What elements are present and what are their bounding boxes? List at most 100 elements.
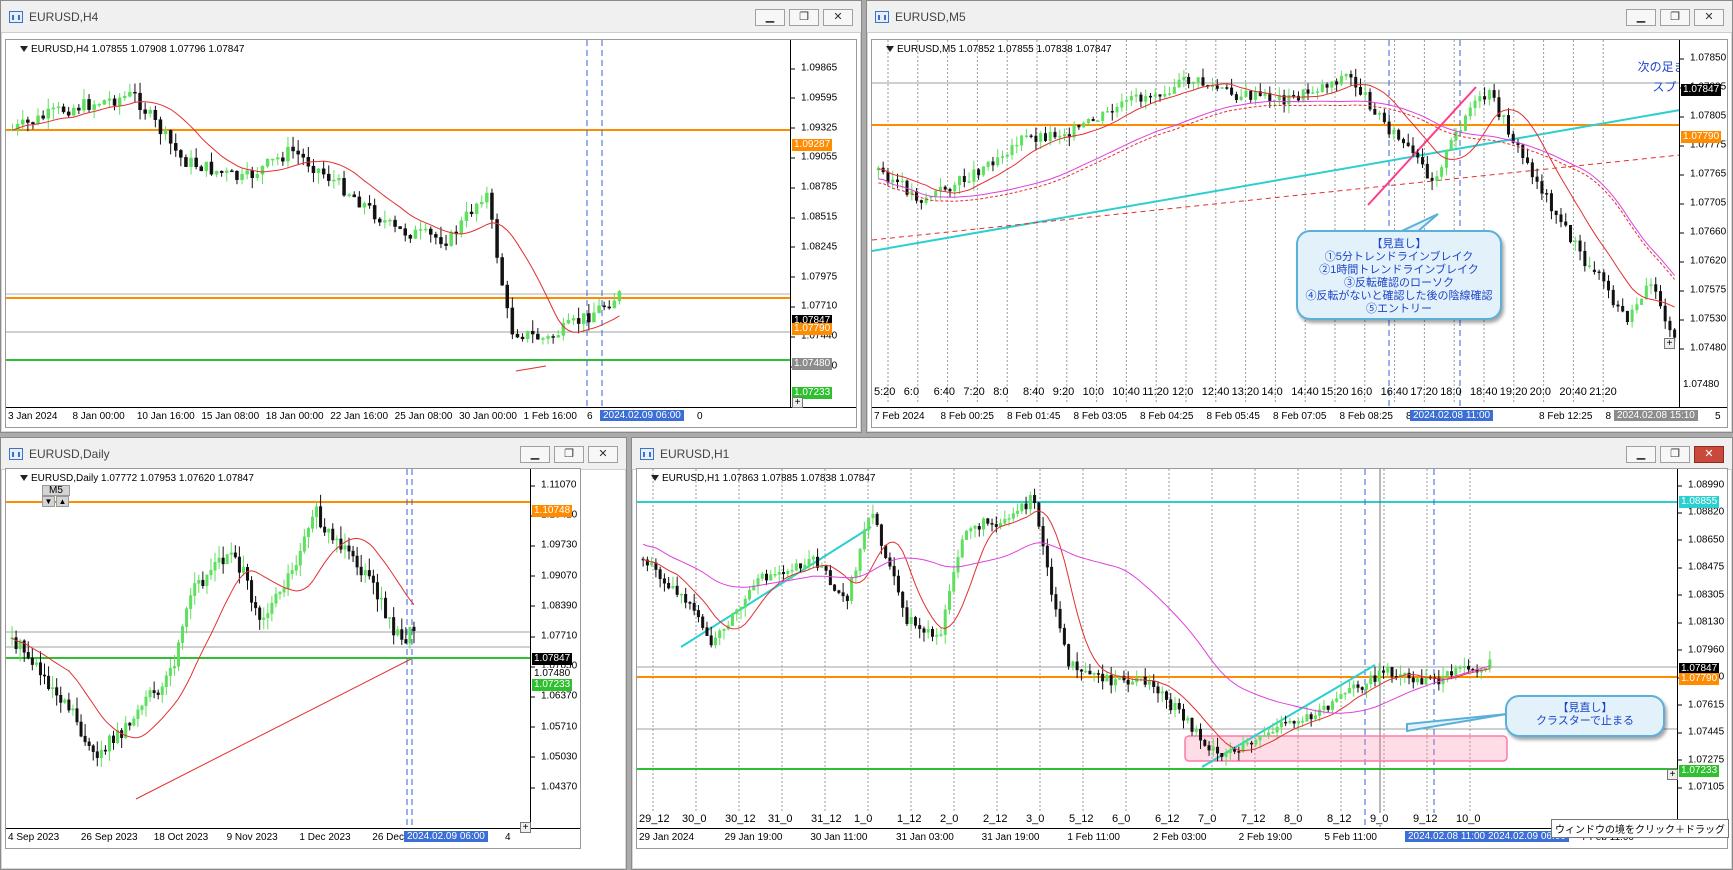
- minimize-icon[interactable]: ▁: [1626, 9, 1656, 26]
- maximize-icon[interactable]: ❐: [1660, 9, 1690, 26]
- bullish-candle: [459, 220, 464, 235]
- bearish-candle: [83, 735, 87, 743]
- bearish-candle: [1158, 94, 1162, 97]
- bullish-candle: [298, 550, 302, 566]
- bullish-candle: [1130, 681, 1134, 685]
- plus-icon[interactable]: +: [1667, 769, 1678, 780]
- bearish-candle: [1663, 305, 1667, 322]
- arrow-up-icon[interactable]: ▲: [56, 496, 69, 507]
- time-axis[interactable]: 7 Feb 2024 8 Feb 00:25 8 Feb 01:45 8 Feb 03…: [872, 407, 1727, 427]
- price-axis[interactable]: 1.09865 1.09595 1.09325 1.09055 1.08785 1.085…: [790, 40, 856, 407]
- bearish-candle: [75, 708, 79, 723]
- bullish-candle: [310, 516, 314, 529]
- bullish-candle: [1186, 717, 1190, 721]
- window-eurusd-m5[interactable]: EURUSD,M5 ▁ ❐ ✕ EURUSD,M5 1.07852 1.0785…: [866, 0, 1733, 433]
- price-tick: 1.06370: [530, 690, 578, 702]
- price-axis[interactable]: 1.08990 1.08820 1.08650 1.08475 1.08305 1.081…: [1677, 469, 1727, 828]
- price-axis[interactable]: 1.078501.078351.078051.077751.077651.077…: [1679, 40, 1727, 407]
- maximize-icon[interactable]: ❐: [554, 446, 584, 463]
- close-icon[interactable]: ✕: [1694, 446, 1724, 463]
- time-tick: 22 Jan 16:00: [330, 411, 389, 422]
- bearish-candle: [168, 130, 173, 144]
- bullish-candle: [51, 107, 56, 110]
- bearish-candle: [1220, 753, 1224, 757]
- time-tick: 15 Jan 08:00: [201, 411, 260, 422]
- chart-canvas[interactable]: [6, 469, 584, 850]
- bearish-candle: [1416, 152, 1420, 158]
- bullish-candle: [241, 567, 245, 573]
- bullish-candle: [1635, 304, 1639, 311]
- bullish-candle: [102, 100, 107, 105]
- chart-canvas[interactable]: [6, 40, 859, 430]
- bearish-candle: [1545, 193, 1549, 195]
- bearish-candle: [392, 617, 396, 636]
- title-bar[interactable]: EURUSD,H1 ▁ ❐ ✕: [632, 438, 1732, 470]
- bullish-candle: [1364, 683, 1368, 690]
- bearish-candle: [977, 169, 981, 176]
- bullish-candle: [1279, 721, 1283, 728]
- bearish-candle: [765, 573, 769, 581]
- bearish-candle: [1203, 739, 1207, 746]
- maximize-icon[interactable]: ❐: [789, 9, 819, 26]
- bearish-candle: [357, 196, 362, 208]
- chart-area[interactable]: EURUSD,M5 1.07852 1.07855 1.07838 1.0784…: [871, 39, 1728, 428]
- bearish-candle: [1559, 214, 1563, 223]
- minimize-icon[interactable]: ▁: [755, 9, 785, 26]
- timeframe-switcher[interactable]: M5 ▼ ▲: [42, 485, 70, 507]
- bearish-candle: [1250, 742, 1254, 745]
- chart-area[interactable]: EURUSD,Daily 1.07772 1.07953 1.07620 1.0…: [5, 468, 581, 849]
- bullish-candle: [1153, 94, 1157, 97]
- window-eurusd-daily[interactable]: EURUSD,Daily ▁ ❐ ✕ EURUSD,Daily 1.07772 …: [0, 437, 627, 870]
- bearish-candle: [1349, 74, 1353, 78]
- bullish-candle: [1392, 129, 1396, 135]
- price-tick: 1.07445: [1677, 726, 1725, 738]
- bearish-candle: [347, 545, 351, 552]
- window-eurusd-h4[interactable]: EURUSD,H4 ▁ ❐ ✕ EURUSD,H4 1.07855 1.0790…: [0, 0, 862, 433]
- maximize-icon[interactable]: ❐: [1660, 446, 1690, 463]
- window-eurusd-h1[interactable]: EURUSD,H1 ▁ ❐ ✕ EURUSD,H1 1.07863 1.0788…: [631, 437, 1733, 870]
- bullish-candle: [245, 170, 249, 175]
- title-bar[interactable]: EURUSD,M5 ▁ ❐ ✕: [867, 1, 1732, 33]
- bullish-candle: [1305, 714, 1309, 722]
- bearish-candle: [1309, 714, 1313, 720]
- chart-area[interactable]: EURUSD,H1 1.07863 1.07885 1.07838 1.0784…: [636, 468, 1730, 850]
- arrow-down-icon[interactable]: ▼: [42, 496, 55, 507]
- close-icon[interactable]: ✕: [823, 9, 853, 26]
- time-axis[interactable]: 3 Jan 2024 8 Jan 00:00 10 Jan 16:00 15 Jan …: [6, 407, 856, 427]
- chart-area[interactable]: EURUSD,H4 1.07855 1.07908 1.07796 1.0784…: [5, 39, 857, 428]
- title-bar[interactable]: EURUSD,H4 ▁ ❐ ✕: [1, 1, 861, 33]
- top-time-tick: 6_0: [1112, 813, 1131, 825]
- bearish-candle: [841, 592, 845, 597]
- dropdown-triangle-icon[interactable]: [20, 46, 28, 53]
- dropdown-triangle-icon[interactable]: [651, 475, 659, 482]
- price-axis[interactable]: 1.110701.104101.097301.090701.083901.077…: [530, 469, 580, 828]
- dropdown-triangle-icon[interactable]: [20, 475, 28, 482]
- bullish-candle: [612, 300, 617, 309]
- price-tick: 1.07575: [1679, 284, 1727, 296]
- trendline-1h: [872, 109, 1681, 252]
- title-bar[interactable]: EURUSD,Daily ▁ ❐ ✕: [1, 438, 626, 470]
- bearish-candle: [1554, 210, 1558, 215]
- bullish-candle: [1177, 79, 1181, 88]
- bearish-candle: [531, 330, 535, 335]
- plus-icon[interactable]: +: [520, 822, 531, 833]
- dropdown-triangle-icon[interactable]: [886, 46, 894, 53]
- bearish-candle: [1043, 133, 1047, 141]
- time-axis[interactable]: 4 Sep 2023 26 Sep 2023 18 Oct 2023 9 Nov 20…: [6, 828, 580, 848]
- plus-icon[interactable]: +: [792, 397, 803, 408]
- bearish-candle: [896, 575, 900, 593]
- bullish-candle: [1129, 96, 1133, 101]
- minimize-icon[interactable]: ▁: [1626, 446, 1656, 463]
- close-icon[interactable]: ✕: [1694, 9, 1724, 26]
- plus-icon[interactable]: +: [1664, 338, 1675, 349]
- price-tick: 1.05030: [530, 751, 578, 763]
- bullish-candle: [790, 570, 794, 572]
- bearish-candle: [1625, 310, 1629, 323]
- chart-canvas[interactable]: [637, 469, 1730, 850]
- bearish-candle: [1611, 289, 1615, 306]
- bullish-candle: [1649, 284, 1653, 287]
- bearish-candle: [520, 336, 525, 340]
- bullish-candle: [969, 528, 973, 532]
- minimize-icon[interactable]: ▁: [520, 446, 550, 463]
- close-icon[interactable]: ✕: [588, 446, 618, 463]
